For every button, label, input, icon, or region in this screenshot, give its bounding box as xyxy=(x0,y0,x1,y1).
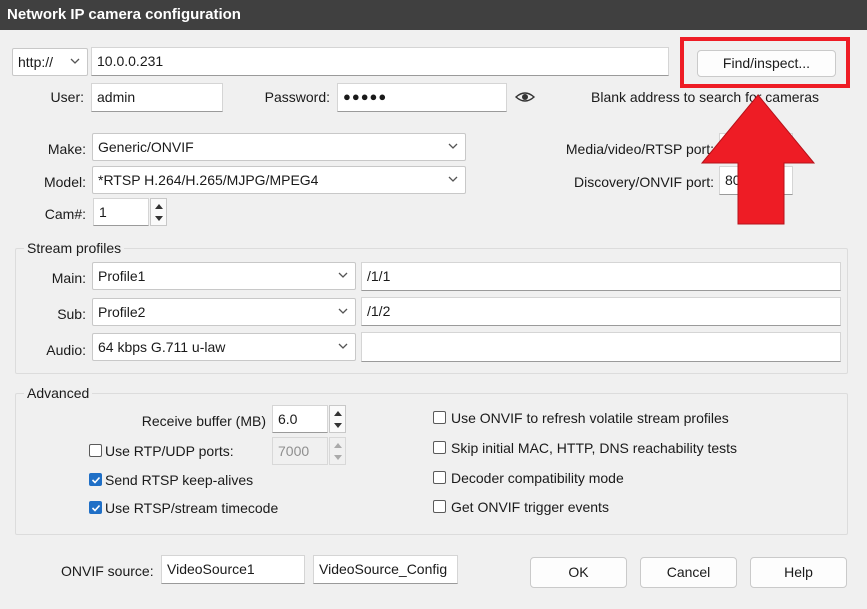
user-label: User: xyxy=(50,89,84,105)
make-value: Generic/ONVIF xyxy=(98,139,194,155)
check-icon xyxy=(91,476,101,484)
trigger-label: Get ONVIF trigger events xyxy=(451,499,609,515)
main-label: Main: xyxy=(51,270,86,286)
sub-label: Sub: xyxy=(57,306,86,322)
keepalive-checkbox[interactable] xyxy=(89,473,102,486)
discovery-port-label: Discovery/ONVIF port: xyxy=(573,174,714,190)
arrow-up-icon xyxy=(154,203,163,209)
decoder-label: Decoder compatibility mode xyxy=(451,470,624,486)
chevron-down-icon xyxy=(448,176,458,182)
chevron-down-icon xyxy=(448,143,458,149)
spin-down-button[interactable] xyxy=(330,451,345,464)
onvif-source-label: ONVIF source: xyxy=(61,563,154,579)
check-icon xyxy=(91,504,101,512)
audio-select[interactable]: 64 kbps G.711 u-law xyxy=(92,333,356,361)
skip-tests-checkbox[interactable] xyxy=(433,441,446,454)
sub-profile-value: Profile2 xyxy=(98,304,146,320)
receive-buffer-label: Receive buffer (MB) xyxy=(141,413,266,429)
password-input[interactable]: ●●●●● xyxy=(337,83,507,112)
chevron-down-icon xyxy=(338,272,348,278)
keepalive-label: Send RTSP keep-alives xyxy=(105,472,254,488)
main-profile-value: Profile1 xyxy=(98,268,146,284)
video-source-config-input[interactable]: VideoSource_Config xyxy=(313,555,458,584)
decoder-checkbox[interactable] xyxy=(433,471,446,484)
help-button[interactable]: Help xyxy=(750,557,847,588)
spin-down-button[interactable] xyxy=(330,419,345,432)
cam-number-label: Cam#: xyxy=(44,206,86,222)
sub-path-input[interactable]: /1/2 xyxy=(361,297,841,326)
use-rtp-checkbox[interactable] xyxy=(89,444,102,457)
window-title: Network IP camera configuration xyxy=(7,6,241,23)
cancel-button[interactable]: Cancel xyxy=(640,557,737,588)
main-profile-select[interactable]: Profile1 xyxy=(92,262,356,290)
onvif-refresh-checkbox[interactable] xyxy=(433,411,446,424)
receive-buffer-spinner[interactable] xyxy=(329,405,346,433)
model-select[interactable]: *RTSP H.264/H.265/MJPG/MPEG4 xyxy=(92,166,466,194)
cam-number-input[interactable]: 1 xyxy=(93,198,149,226)
advanced-title: Advanced xyxy=(24,384,93,402)
address-input[interactable]: 10.0.0.231 xyxy=(91,47,669,76)
rtp-port-spinner[interactable] xyxy=(329,437,346,465)
eye-icon[interactable] xyxy=(514,89,536,105)
stream-profiles-title: Stream profiles xyxy=(24,239,125,257)
chevron-down-icon xyxy=(338,308,348,314)
make-label: Make: xyxy=(47,141,86,157)
annotation-arrow-up-icon xyxy=(700,94,816,225)
rtp-port-input[interactable]: 7000 xyxy=(272,437,328,465)
arrow-down-icon xyxy=(333,454,342,460)
arrow-down-icon xyxy=(333,422,342,428)
use-rtp-label: Use RTP/UDP ports: xyxy=(105,443,234,459)
chevron-down-icon xyxy=(70,58,80,64)
highlight-box xyxy=(680,37,850,88)
video-source-input[interactable]: VideoSource1 xyxy=(161,555,305,584)
spin-up-button[interactable] xyxy=(330,438,345,451)
protocol-value: http:// xyxy=(18,54,54,70)
arrow-down-icon xyxy=(154,215,163,221)
trigger-checkbox[interactable] xyxy=(433,500,446,513)
timecode-checkbox[interactable] xyxy=(89,501,102,514)
password-label: Password: xyxy=(264,89,330,105)
audio-value: 64 kbps G.711 u-law xyxy=(98,339,226,355)
onvif-refresh-label: Use ONVIF to refresh volatile stream pro… xyxy=(451,410,729,426)
cam-number-spinner[interactable] xyxy=(150,198,167,226)
receive-buffer-input[interactable]: 6.0 xyxy=(272,405,328,433)
model-value: *RTSP H.264/H.265/MJPG/MPEG4 xyxy=(98,172,319,188)
skip-tests-label: Skip initial MAC, HTTP, DNS reachability… xyxy=(451,440,738,456)
sub-profile-select[interactable]: Profile2 xyxy=(92,298,356,326)
make-select[interactable]: Generic/ONVIF xyxy=(92,133,466,161)
media-port-label: Media/video/RTSP port: xyxy=(565,141,714,157)
audio-path-input[interactable] xyxy=(361,332,841,362)
audio-label: Audio: xyxy=(46,342,86,358)
model-label: Model: xyxy=(43,174,86,190)
chevron-down-icon xyxy=(338,343,348,349)
timecode-label: Use RTSP/stream timecode xyxy=(105,500,279,516)
arrow-up-icon xyxy=(333,442,342,448)
arrow-up-icon xyxy=(333,410,342,416)
main-path-input[interactable]: /1/1 xyxy=(361,262,841,291)
spin-up-button[interactable] xyxy=(151,199,166,212)
user-input[interactable]: admin xyxy=(91,83,223,112)
spin-down-button[interactable] xyxy=(151,212,166,225)
ok-button[interactable]: OK xyxy=(530,557,627,588)
protocol-select[interactable]: http:// xyxy=(12,48,88,76)
spin-up-button[interactable] xyxy=(330,406,345,419)
